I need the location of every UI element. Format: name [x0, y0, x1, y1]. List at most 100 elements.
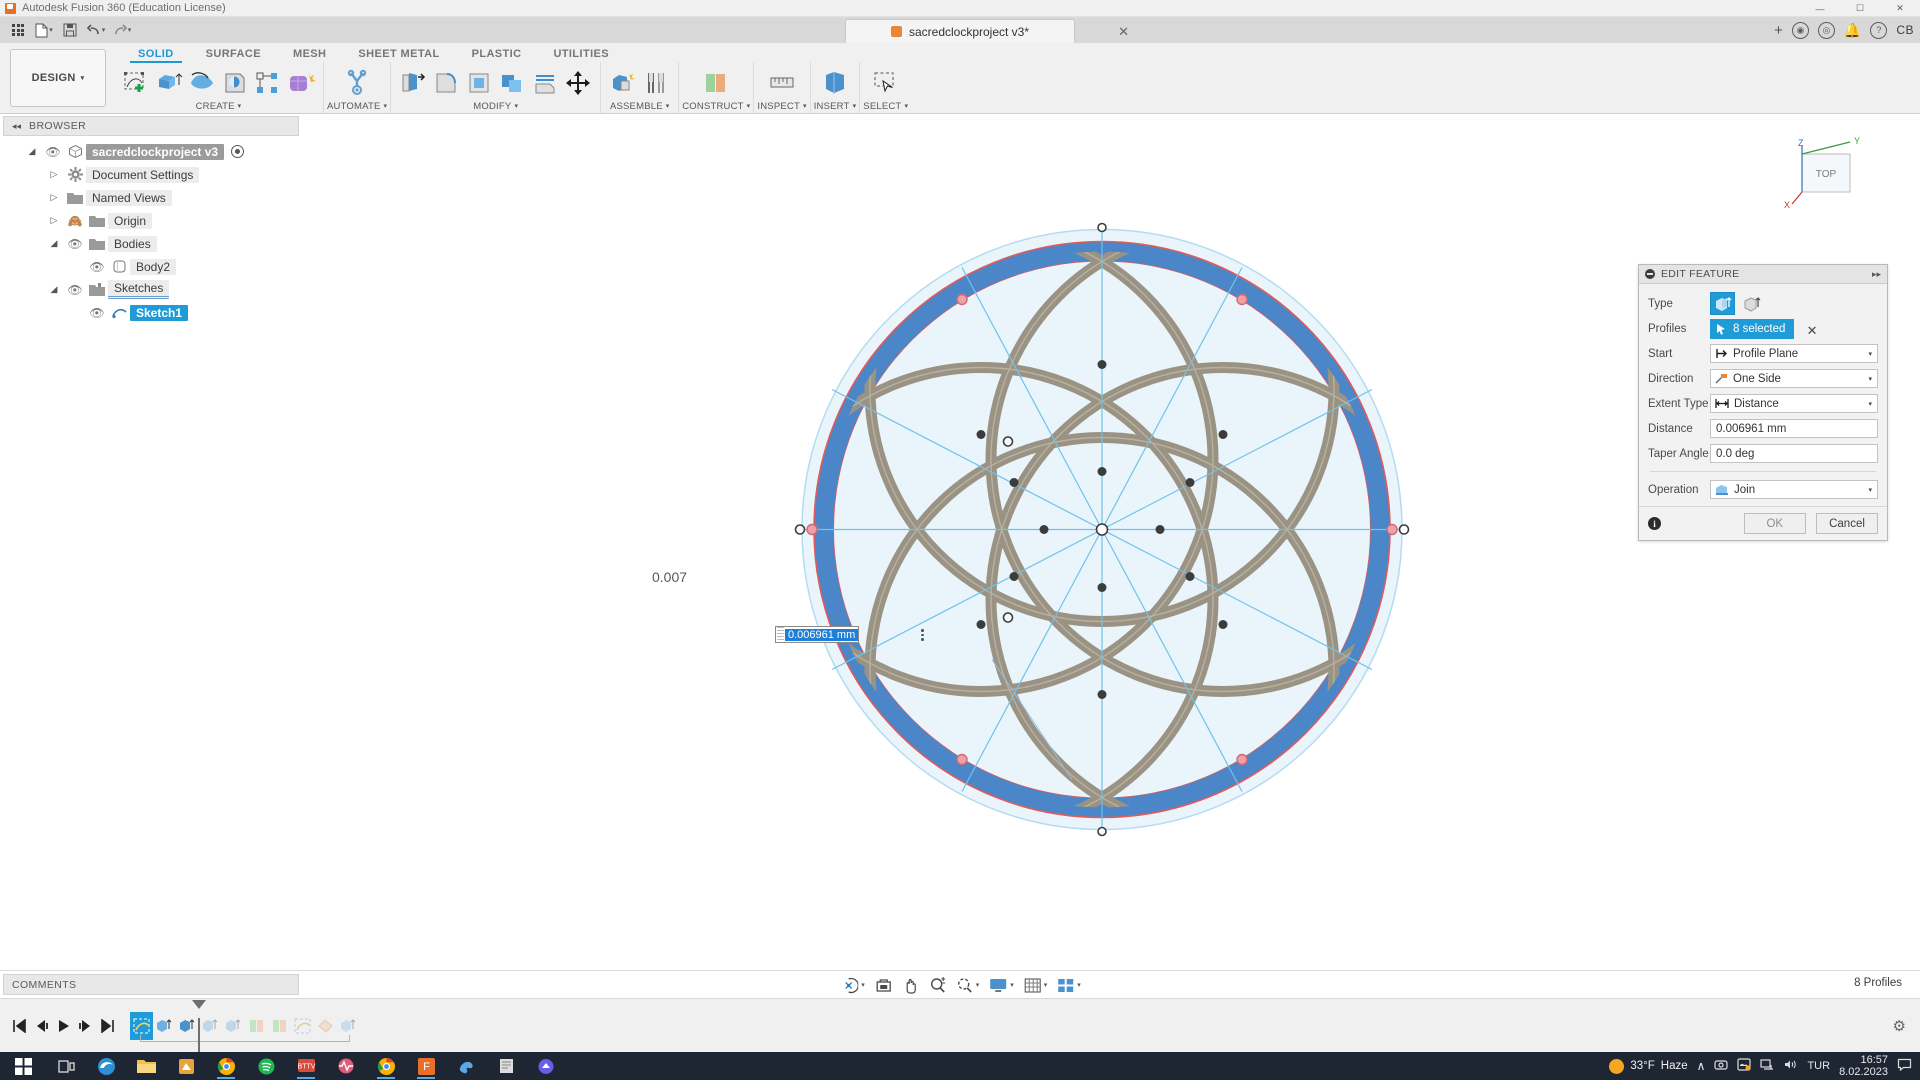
taskbar-clock[interactable]: 16:57 8.02.2023: [1839, 1054, 1888, 1078]
new-file-button[interactable]: ▾: [31, 19, 57, 41]
save-button[interactable]: [57, 19, 83, 41]
timeline-settings-gear-icon[interactable]: ⚙: [1893, 1017, 1906, 1035]
step-back-button[interactable]: [30, 1011, 52, 1041]
pan-button[interactable]: [898, 974, 923, 996]
taper-angle-input[interactable]: 0.0 deg: [1710, 444, 1878, 463]
dimension-input-box[interactable]: 0.006961 mm: [775, 626, 860, 643]
document-tab[interactable]: sacredclockproject v3* ✕: [845, 19, 1129, 43]
distance-input[interactable]: 0.006961 mm: [1710, 419, 1878, 438]
health-icon[interactable]: [326, 1052, 366, 1080]
clear-selection-button[interactable]: ✕: [1807, 323, 1818, 338]
automate-icon[interactable]: [341, 67, 373, 99]
undo-button[interactable]: ▾: [83, 19, 109, 41]
fit-button[interactable]: ▾: [952, 974, 984, 996]
fillet-icon[interactable]: [430, 67, 462, 99]
viewport-canvas[interactable]: 0.007 0.006961 mm TOP Z Y X EDIT FEATURE…: [302, 114, 1920, 970]
paint-icon[interactable]: [446, 1052, 486, 1080]
globe-icon[interactable]: ◉: [1791, 21, 1809, 39]
comments-panel-header[interactable]: COMMENTS: [3, 974, 299, 995]
shell-icon[interactable]: [463, 67, 495, 99]
press-pull-icon[interactable]: [397, 67, 429, 99]
step-forward-button[interactable]: [74, 1011, 96, 1041]
tray-expand-chevron-icon[interactable]: ∧: [1697, 1059, 1706, 1073]
move-copy-icon[interactable]: [562, 67, 594, 99]
dimension-input-value[interactable]: 0.006961 mm: [785, 628, 859, 641]
go-to-beginning-button[interactable]: [8, 1011, 30, 1041]
tree-item-sketch1[interactable]: 👁 Sketch1: [0, 301, 302, 324]
select-icon[interactable]: [870, 67, 902, 99]
extension-icon[interactable]: ◎: [1817, 21, 1835, 39]
extrude-icon[interactable]: [153, 67, 185, 99]
tree-item-sketches[interactable]: ◢ 👁 Sketches: [0, 278, 302, 301]
user-avatar[interactable]: CB: [1896, 23, 1914, 37]
tree-item-body2[interactable]: 👁 Body2: [0, 255, 302, 278]
panel-label-construct[interactable]: CONSTRUCT ▾: [682, 99, 750, 113]
store-icon[interactable]: [166, 1052, 206, 1080]
display-settings-button[interactable]: ▾: [985, 974, 1018, 996]
chrome-2-icon[interactable]: [366, 1052, 406, 1080]
expand-arrow-icon[interactable]: ▷: [44, 192, 64, 203]
panel-label-insert[interactable]: INSERT ▾: [814, 99, 857, 113]
offset-face-icon[interactable]: [529, 67, 561, 99]
close-button[interactable]: ✕: [1880, 0, 1920, 17]
tree-item-named-views[interactable]: ▷ Named Views: [0, 186, 302, 209]
chrome-icon[interactable]: [206, 1052, 246, 1080]
spotify-icon[interactable]: [246, 1052, 286, 1080]
look-at-button[interactable]: [871, 974, 896, 996]
tab-sheet-metal[interactable]: SHEET METAL: [342, 48, 455, 62]
expand-arrow-icon[interactable]: ▷: [44, 169, 64, 180]
redo-button[interactable]: ▾: [109, 19, 135, 41]
task-view-button[interactable]: [46, 1052, 86, 1080]
sweep-icon[interactable]: [219, 67, 251, 99]
orbit-button[interactable]: ▾: [835, 974, 869, 996]
maximize-button[interactable]: ☐: [1840, 0, 1880, 17]
panel-label-select[interactable]: SELECT ▾: [863, 99, 908, 113]
activate-component-radio[interactable]: [231, 145, 245, 158]
expand-arrow-icon[interactable]: ◢: [44, 284, 64, 295]
panel-label-automate[interactable]: AUTOMATE ▾: [327, 99, 387, 113]
tree-item-origin[interactable]: ▷ 🙈 Origin: [0, 209, 302, 232]
add-tab-button[interactable]: +: [1774, 22, 1783, 39]
notifications-bell-icon[interactable]: 🔔: [1844, 22, 1861, 39]
camera-icon[interactable]: [1714, 1058, 1729, 1074]
onedrive-icon[interactable]: [1737, 1058, 1752, 1074]
network-icon[interactable]: [1760, 1058, 1774, 1074]
expand-arrow-icon[interactable]: ▷: [44, 215, 64, 226]
direction-dropdown[interactable]: One Side ▾: [1710, 369, 1878, 388]
expand-arrow-icon[interactable]: ◢: [44, 238, 64, 249]
extent-type-dropdown[interactable]: Distance ▾: [1710, 394, 1878, 413]
edge-icon[interactable]: [86, 1052, 126, 1080]
language-indicator[interactable]: TUR: [1807, 1060, 1830, 1072]
info-icon[interactable]: i: [1648, 517, 1661, 530]
zoom-button[interactable]: [925, 974, 950, 996]
panel-label-inspect[interactable]: INSPECT ▾: [757, 99, 806, 113]
panel-label-modify[interactable]: MODIFY ▾: [473, 99, 518, 113]
pattern-icon[interactable]: [252, 67, 284, 99]
create-sketch-icon[interactable]: [120, 67, 152, 99]
type-thin-button[interactable]: [1739, 292, 1764, 315]
go-to-end-button[interactable]: [96, 1011, 118, 1041]
minimize-button[interactable]: —: [1800, 0, 1840, 17]
tab-utilities[interactable]: UTILITIES: [537, 48, 625, 62]
combine-icon[interactable]: [496, 67, 528, 99]
fusion360-taskbar-icon[interactable]: F: [406, 1052, 446, 1080]
expand-arrow-icon[interactable]: ◢: [22, 146, 42, 157]
collapse-browser-icon[interactable]: ◂◂: [12, 121, 21, 132]
type-profile-button[interactable]: [1710, 292, 1735, 315]
new-component-icon[interactable]: [607, 67, 639, 99]
misc-icon[interactable]: [526, 1052, 566, 1080]
visibility-eye-icon[interactable]: 👁: [42, 145, 64, 159]
edit-feature-dialog[interactable]: EDIT FEATURE ▸▸ Type Profiles 8 selected…: [1638, 264, 1888, 541]
tab-plastic[interactable]: PLASTIC: [456, 48, 538, 62]
play-button[interactable]: [52, 1011, 74, 1041]
weather-widget[interactable]: 33°F Haze: [1609, 1058, 1688, 1074]
operation-dropdown[interactable]: Join ▾: [1710, 480, 1878, 499]
bttv-icon[interactable]: BTTV: [286, 1052, 326, 1080]
insert-derive-icon[interactable]: [819, 67, 851, 99]
visibility-eye-icon[interactable]: 👁: [64, 237, 86, 251]
help-icon[interactable]: ?: [1870, 21, 1888, 39]
windows-start-button[interactable]: [0, 1052, 46, 1080]
tree-item-bodies[interactable]: ◢ 👁 Bodies: [0, 232, 302, 255]
drag-grip-icon[interactable]: [777, 627, 784, 642]
app-grid-button[interactable]: [5, 19, 31, 41]
